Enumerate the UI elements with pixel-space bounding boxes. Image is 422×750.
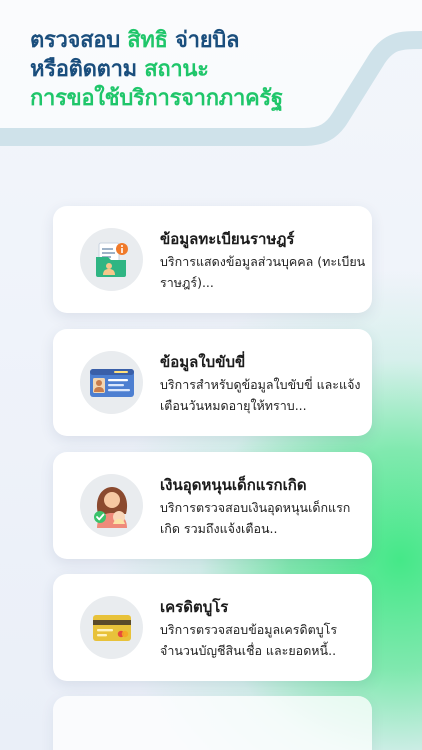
headline: ตรวจสอบ สิทธิ จ่ายบิล หรือติดตาม สถานะ ก…	[30, 26, 390, 113]
icon-circle	[80, 596, 143, 659]
service-card-newborn-subsidy[interactable]: เงินอุดหนุนเด็กแรกเกิด บริการตรวจสอบเงิน…	[53, 452, 372, 559]
card-text: ข้อมูลทะเบียนราษฎร์ บริการแสดงข้อมูลส่วน…	[160, 228, 366, 293]
service-card-civil-registration[interactable]: ข้อมูลทะเบียนราษฎร์ บริการแสดงข้อมูลส่วน…	[53, 206, 372, 313]
card-description: บริการแสดงข้อมูลส่วนบุคคล (ทะเบียนราษฎร์…	[160, 254, 366, 290]
card-title: ข้อมูลใบขับขี่	[160, 353, 246, 371]
mother-baby-icon	[93, 486, 127, 528]
headline-check-text: ตรวจสอบ	[30, 28, 120, 53]
headline-line-3: การขอใช้บริการจากภาครัฐ	[30, 86, 283, 111]
card-text: เงินอุดหนุนเด็กแรกเกิด บริการตรวจสอบเงิน…	[160, 474, 366, 539]
credit-card-icon	[92, 614, 131, 641]
headline-paybill-text: จ่ายบิล	[175, 28, 240, 53]
headline-line-1: ตรวจสอบ สิทธิ จ่ายบิล	[30, 26, 390, 55]
card-text: เครดิตบูโร บริการตรวจสอบข้อมูลเครดิตบูโร…	[160, 596, 366, 661]
headline-track-text: หรือติดตาม	[30, 57, 137, 82]
card-description: บริการตรวจสอบเงินอุดหนุนเด็กแรกเกิด รวมถ…	[160, 500, 351, 536]
card-description: บริการสำหรับดูข้อมูลใบขับขี่ และแจ้งเตือ…	[160, 377, 361, 413]
document-folder-icon	[95, 242, 128, 277]
card-title: เครดิตบูโร	[160, 598, 229, 616]
card-text: ข้อมูลใบขับขี่ บริการสำหรับดูข้อมูลใบขับ…	[160, 351, 366, 416]
headline-line-2: หรือติดตาม สถานะ	[30, 55, 390, 84]
driver-license-icon	[89, 368, 134, 397]
icon-circle	[80, 474, 143, 537]
icon-circle	[80, 228, 143, 291]
service-card-next[interactable]	[53, 696, 372, 750]
card-title: เงินอุดหนุนเด็กแรกเกิด	[160, 476, 307, 494]
headline-status-text: สถานะ	[144, 57, 209, 82]
card-title: ข้อมูลทะเบียนราษฎร์	[160, 230, 295, 248]
card-description: บริการตรวจสอบข้อมูลเครดิตบูโร จำนวนบัญชี…	[160, 622, 338, 658]
icon-circle	[80, 351, 143, 414]
headline-rights-text: สิทธิ	[127, 28, 168, 53]
service-card-driver-license[interactable]: ข้อมูลใบขับขี่ บริการสำหรับดูข้อมูลใบขับ…	[53, 329, 372, 436]
service-card-credit-bureau[interactable]: เครดิตบูโร บริการตรวจสอบข้อมูลเครดิตบูโร…	[53, 574, 372, 681]
